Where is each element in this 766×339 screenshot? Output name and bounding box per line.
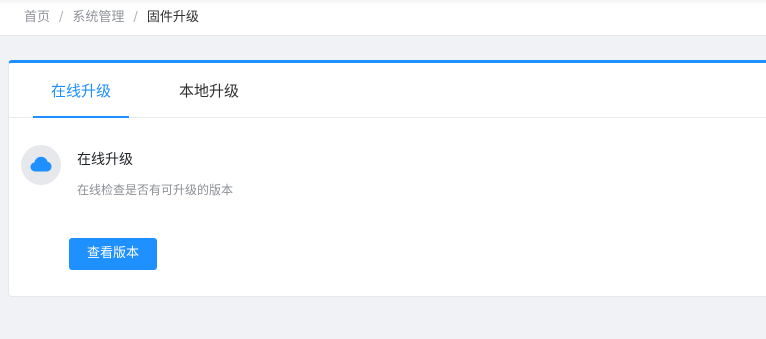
tab-local-upgrade[interactable]: 本地升级 bbox=[157, 63, 261, 118]
tab-online-upgrade[interactable]: 在线升级 bbox=[33, 63, 129, 118]
breadcrumb-system-management[interactable]: 系统管理 bbox=[72, 10, 124, 25]
breadcrumb-separator: / bbox=[133, 10, 138, 25]
top-header: 首页 / 系统管理 / 固件升级 bbox=[0, 0, 766, 36]
breadcrumb-home[interactable]: 首页 bbox=[24, 10, 50, 25]
online-upgrade-title: 在线升级 bbox=[77, 152, 133, 168]
upgrade-tabs: 在线升级 本地升级 bbox=[9, 63, 766, 118]
cloud-icon bbox=[30, 156, 52, 172]
check-version-button[interactable]: 查看版本 bbox=[69, 238, 157, 270]
cloud-icon-badge bbox=[21, 145, 61, 185]
breadcrumb-firmware-upgrade: 固件升级 bbox=[146, 10, 199, 25]
breadcrumb: 首页 / 系统管理 / 固件升级 bbox=[24, 9, 199, 27]
online-upgrade-description: 在线检查是否有可升级的版本 bbox=[77, 183, 234, 197]
breadcrumb-separator: / bbox=[59, 10, 64, 25]
active-tab-indicator bbox=[33, 116, 129, 118]
upgrade-card: 在线升级 本地升级 在线升级 在线检查是否有可升级的版本 查看版本 bbox=[8, 60, 766, 297]
header-shadow bbox=[0, 0, 766, 5]
